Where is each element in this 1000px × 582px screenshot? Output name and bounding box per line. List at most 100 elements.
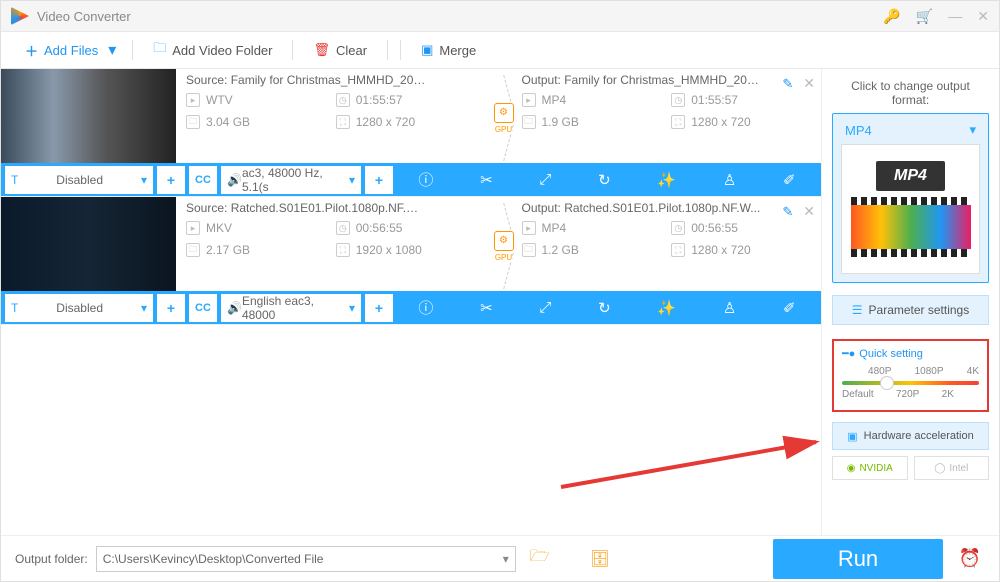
- video-thumbnail[interactable]: [1, 69, 176, 163]
- gpu-label: GPU: [495, 125, 512, 134]
- quick-setting-icon: ━●: [842, 347, 855, 360]
- gpu-chip-icon: ⚙: [494, 231, 514, 251]
- nvidia-label: NVIDIA: [859, 463, 892, 474]
- output-format-box[interactable]: MP4▾ MP4: [832, 113, 989, 283]
- info-tool-icon[interactable]: ⓘ: [410, 169, 441, 190]
- effect-tool-icon[interactable]: ✨: [649, 171, 684, 189]
- clear-label: Clear: [336, 43, 367, 58]
- list-item: Source: Family for Christmas_HMMHD_2019_…: [1, 69, 821, 197]
- output-path-select[interactable]: C:\Users\Kevincy\Desktop\Converted File …: [96, 546, 516, 572]
- effect-tool-icon[interactable]: ✨: [649, 299, 684, 317]
- output-info: Output: Family for Christmas_HMMHD_201..…: [522, 73, 822, 163]
- clear-button[interactable]: 🗑 Clear: [299, 32, 381, 68]
- add-folder-button[interactable]: 🗀 Add Video Folder: [139, 32, 286, 68]
- format-name: MP4: [845, 123, 872, 138]
- video-thumbnail[interactable]: [1, 197, 176, 291]
- quick-setting-panel: ━●Quick setting . 480P 1080P 4K Default …: [832, 339, 989, 412]
- subtitle-value: Disabled: [56, 301, 103, 315]
- parameter-settings-button[interactable]: ☰ Parameter settings: [832, 295, 989, 325]
- app-title: Video Converter: [37, 9, 131, 24]
- key-icon[interactable]: 🔑: [883, 8, 900, 25]
- add-files-button[interactable]: ＋ Add Files: [11, 32, 112, 68]
- minimize-button[interactable]: ―: [948, 8, 962, 24]
- format-preview: MP4: [841, 144, 980, 274]
- clock-icon: ◷: [336, 93, 350, 107]
- source-title: Source: Family for Christmas_HMMHD_2019_…: [186, 73, 426, 87]
- toolbar: ＋ Add Files ▾ 🗀 Add Video Folder 🗑 Clear…: [1, 31, 999, 69]
- hardware-accel-button[interactable]: ▣ Hardware acceleration: [832, 422, 989, 450]
- edit-tool-icon[interactable]: ✐: [775, 299, 804, 317]
- folder-icon: 🗀: [186, 115, 200, 129]
- change-format-label: Click to change output format:: [832, 79, 989, 107]
- watermark-tool-icon[interactable]: ♙: [715, 299, 744, 317]
- resolution-icon: ⛶: [336, 115, 350, 129]
- rotate-tool-icon[interactable]: ↻: [590, 299, 619, 317]
- folder-plus-icon: 🗀: [153, 39, 166, 61]
- folder-icon: 🗀: [522, 243, 536, 257]
- sliders-icon: ☰: [852, 303, 863, 317]
- add-subtitle-button[interactable]: +: [157, 294, 185, 322]
- audio-value: English eac3, 48000: [242, 294, 349, 322]
- resolution-icon: ⛶: [671, 115, 685, 129]
- output-duration: 01:55:57: [691, 93, 738, 107]
- edit-name-icon[interactable]: ✎: [782, 204, 793, 220]
- schedule-button[interactable]: ⏰: [955, 544, 985, 574]
- audio-select[interactable]: 🔊ac3, 48000 Hz, 5.1(s▾: [221, 166, 361, 194]
- edit-name-icon[interactable]: ✎: [782, 76, 793, 92]
- subtitle-select[interactable]: TDisabled▾: [5, 166, 153, 194]
- subtitle-value: Disabled: [56, 173, 103, 187]
- source-format: WTV: [206, 93, 233, 107]
- cut-tool-icon[interactable]: ✂: [472, 171, 501, 189]
- add-subtitle-button[interactable]: +: [157, 166, 185, 194]
- output-duration: 00:56:55: [691, 221, 738, 235]
- slider-knob[interactable]: [880, 376, 894, 390]
- subtitle-select[interactable]: TDisabled▾: [5, 294, 153, 322]
- file-list: Source: Family for Christmas_HMMHD_2019_…: [1, 69, 821, 535]
- info-tool-icon[interactable]: ⓘ: [410, 297, 441, 318]
- output-folder-label: Output folder:: [15, 552, 88, 566]
- open-output-icon[interactable]: 🗄: [590, 549, 610, 569]
- qs-mark: 4K: [967, 366, 979, 377]
- cc-button[interactable]: CC: [189, 294, 217, 322]
- run-button[interactable]: Run: [773, 539, 943, 579]
- resolution-icon: ⛶: [671, 243, 685, 257]
- plus-icon: ＋: [25, 41, 38, 60]
- open-folder-icon[interactable]: 🗁: [530, 545, 550, 572]
- chevron-down-icon: ▾: [503, 552, 509, 566]
- annotation-arrow: [561, 427, 821, 487]
- bottom-bar: Output folder: C:\Users\Kevincy\Desktop\…: [1, 535, 999, 581]
- intel-icon: ◯: [934, 463, 945, 474]
- add-audio-button[interactable]: +: [365, 166, 393, 194]
- cut-tool-icon[interactable]: ✂: [472, 299, 501, 317]
- edit-tool-icon[interactable]: ✐: [775, 171, 804, 189]
- format-icon: ▸: [186, 221, 200, 235]
- crop-tool-icon[interactable]: ⤢: [531, 171, 559, 188]
- remove-item-icon[interactable]: ✕: [803, 203, 815, 220]
- quality-slider[interactable]: [842, 381, 979, 385]
- nvidia-icon: ◉: [847, 463, 856, 474]
- merge-icon: ▣: [421, 42, 433, 58]
- output-info: Output: Ratched.S01E01.Pilot.1080p.NF.W.…: [522, 201, 822, 291]
- cart-icon[interactable]: 🛒: [916, 8, 933, 25]
- add-files-dropdown[interactable]: ▾: [108, 40, 116, 60]
- film-strip-icon: [851, 197, 971, 257]
- source-size: 2.17 GB: [206, 243, 250, 257]
- audio-select[interactable]: 🔊English eac3, 48000▾: [221, 294, 361, 322]
- list-item: Source: Ratched.S01E01.Pilot.1080p.NF.WE…: [1, 197, 821, 325]
- quick-marks-bottom: Default 720P 2K .: [842, 389, 979, 400]
- gpu-indicator: ⚙ GPU: [486, 73, 522, 163]
- crop-tool-icon[interactable]: ⤢: [531, 299, 559, 316]
- output-size: 1.2 GB: [542, 243, 579, 257]
- merge-button[interactable]: ▣ Merge: [407, 32, 490, 68]
- qs-mark: 2K: [942, 389, 954, 400]
- add-audio-button[interactable]: +: [365, 294, 393, 322]
- close-button[interactable]: ✕: [977, 8, 989, 25]
- rotate-tool-icon[interactable]: ↻: [590, 171, 619, 189]
- cc-button[interactable]: CC: [189, 166, 217, 194]
- output-format: MP4: [542, 93, 567, 107]
- remove-item-icon[interactable]: ✕: [803, 75, 815, 92]
- qs-mark: Default: [842, 389, 874, 400]
- titlebar: Video Converter 🔑 🛒 ― ✕: [1, 1, 999, 31]
- watermark-tool-icon[interactable]: ♙: [715, 171, 744, 189]
- folder-icon: 🗀: [186, 243, 200, 257]
